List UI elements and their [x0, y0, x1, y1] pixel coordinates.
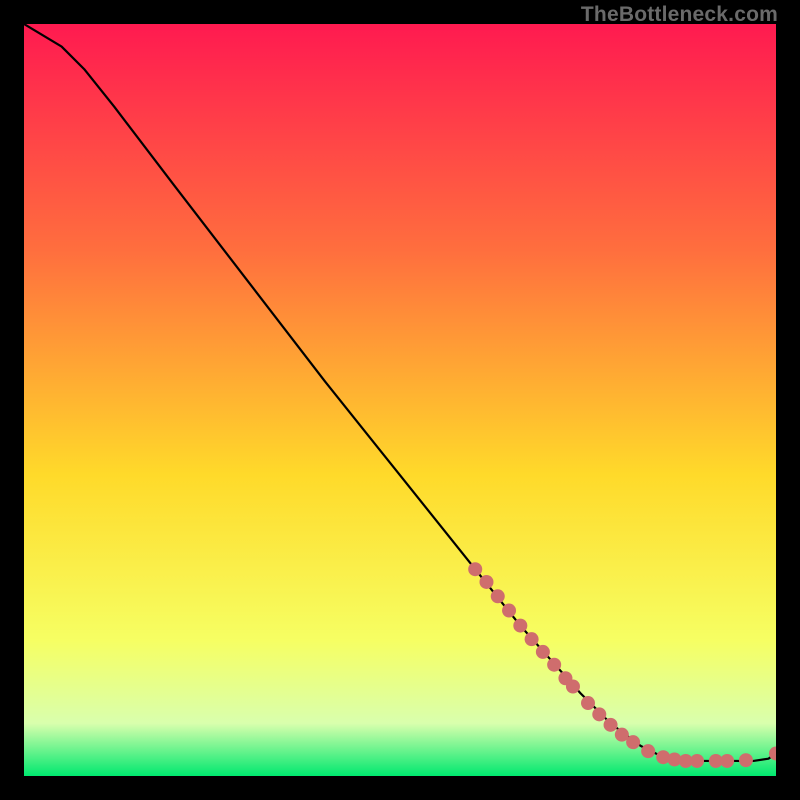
data-marker	[502, 604, 516, 618]
chart-stage: TheBottleneck.com	[0, 0, 800, 800]
data-marker	[690, 754, 704, 768]
data-marker	[592, 707, 606, 721]
data-marker	[581, 696, 595, 710]
data-marker	[547, 658, 561, 672]
data-marker	[479, 575, 493, 589]
attribution-text: TheBottleneck.com	[581, 3, 778, 27]
data-marker	[513, 619, 527, 633]
data-marker	[536, 645, 550, 659]
data-marker	[491, 589, 505, 603]
data-marker	[720, 754, 734, 768]
chart-svg	[24, 24, 776, 776]
data-marker	[626, 735, 640, 749]
data-marker	[641, 744, 655, 758]
data-marker	[566, 680, 580, 694]
data-marker	[525, 632, 539, 646]
data-marker	[739, 753, 753, 767]
data-marker	[604, 718, 618, 732]
chart-plot-area	[24, 24, 776, 776]
data-marker	[468, 562, 482, 576]
